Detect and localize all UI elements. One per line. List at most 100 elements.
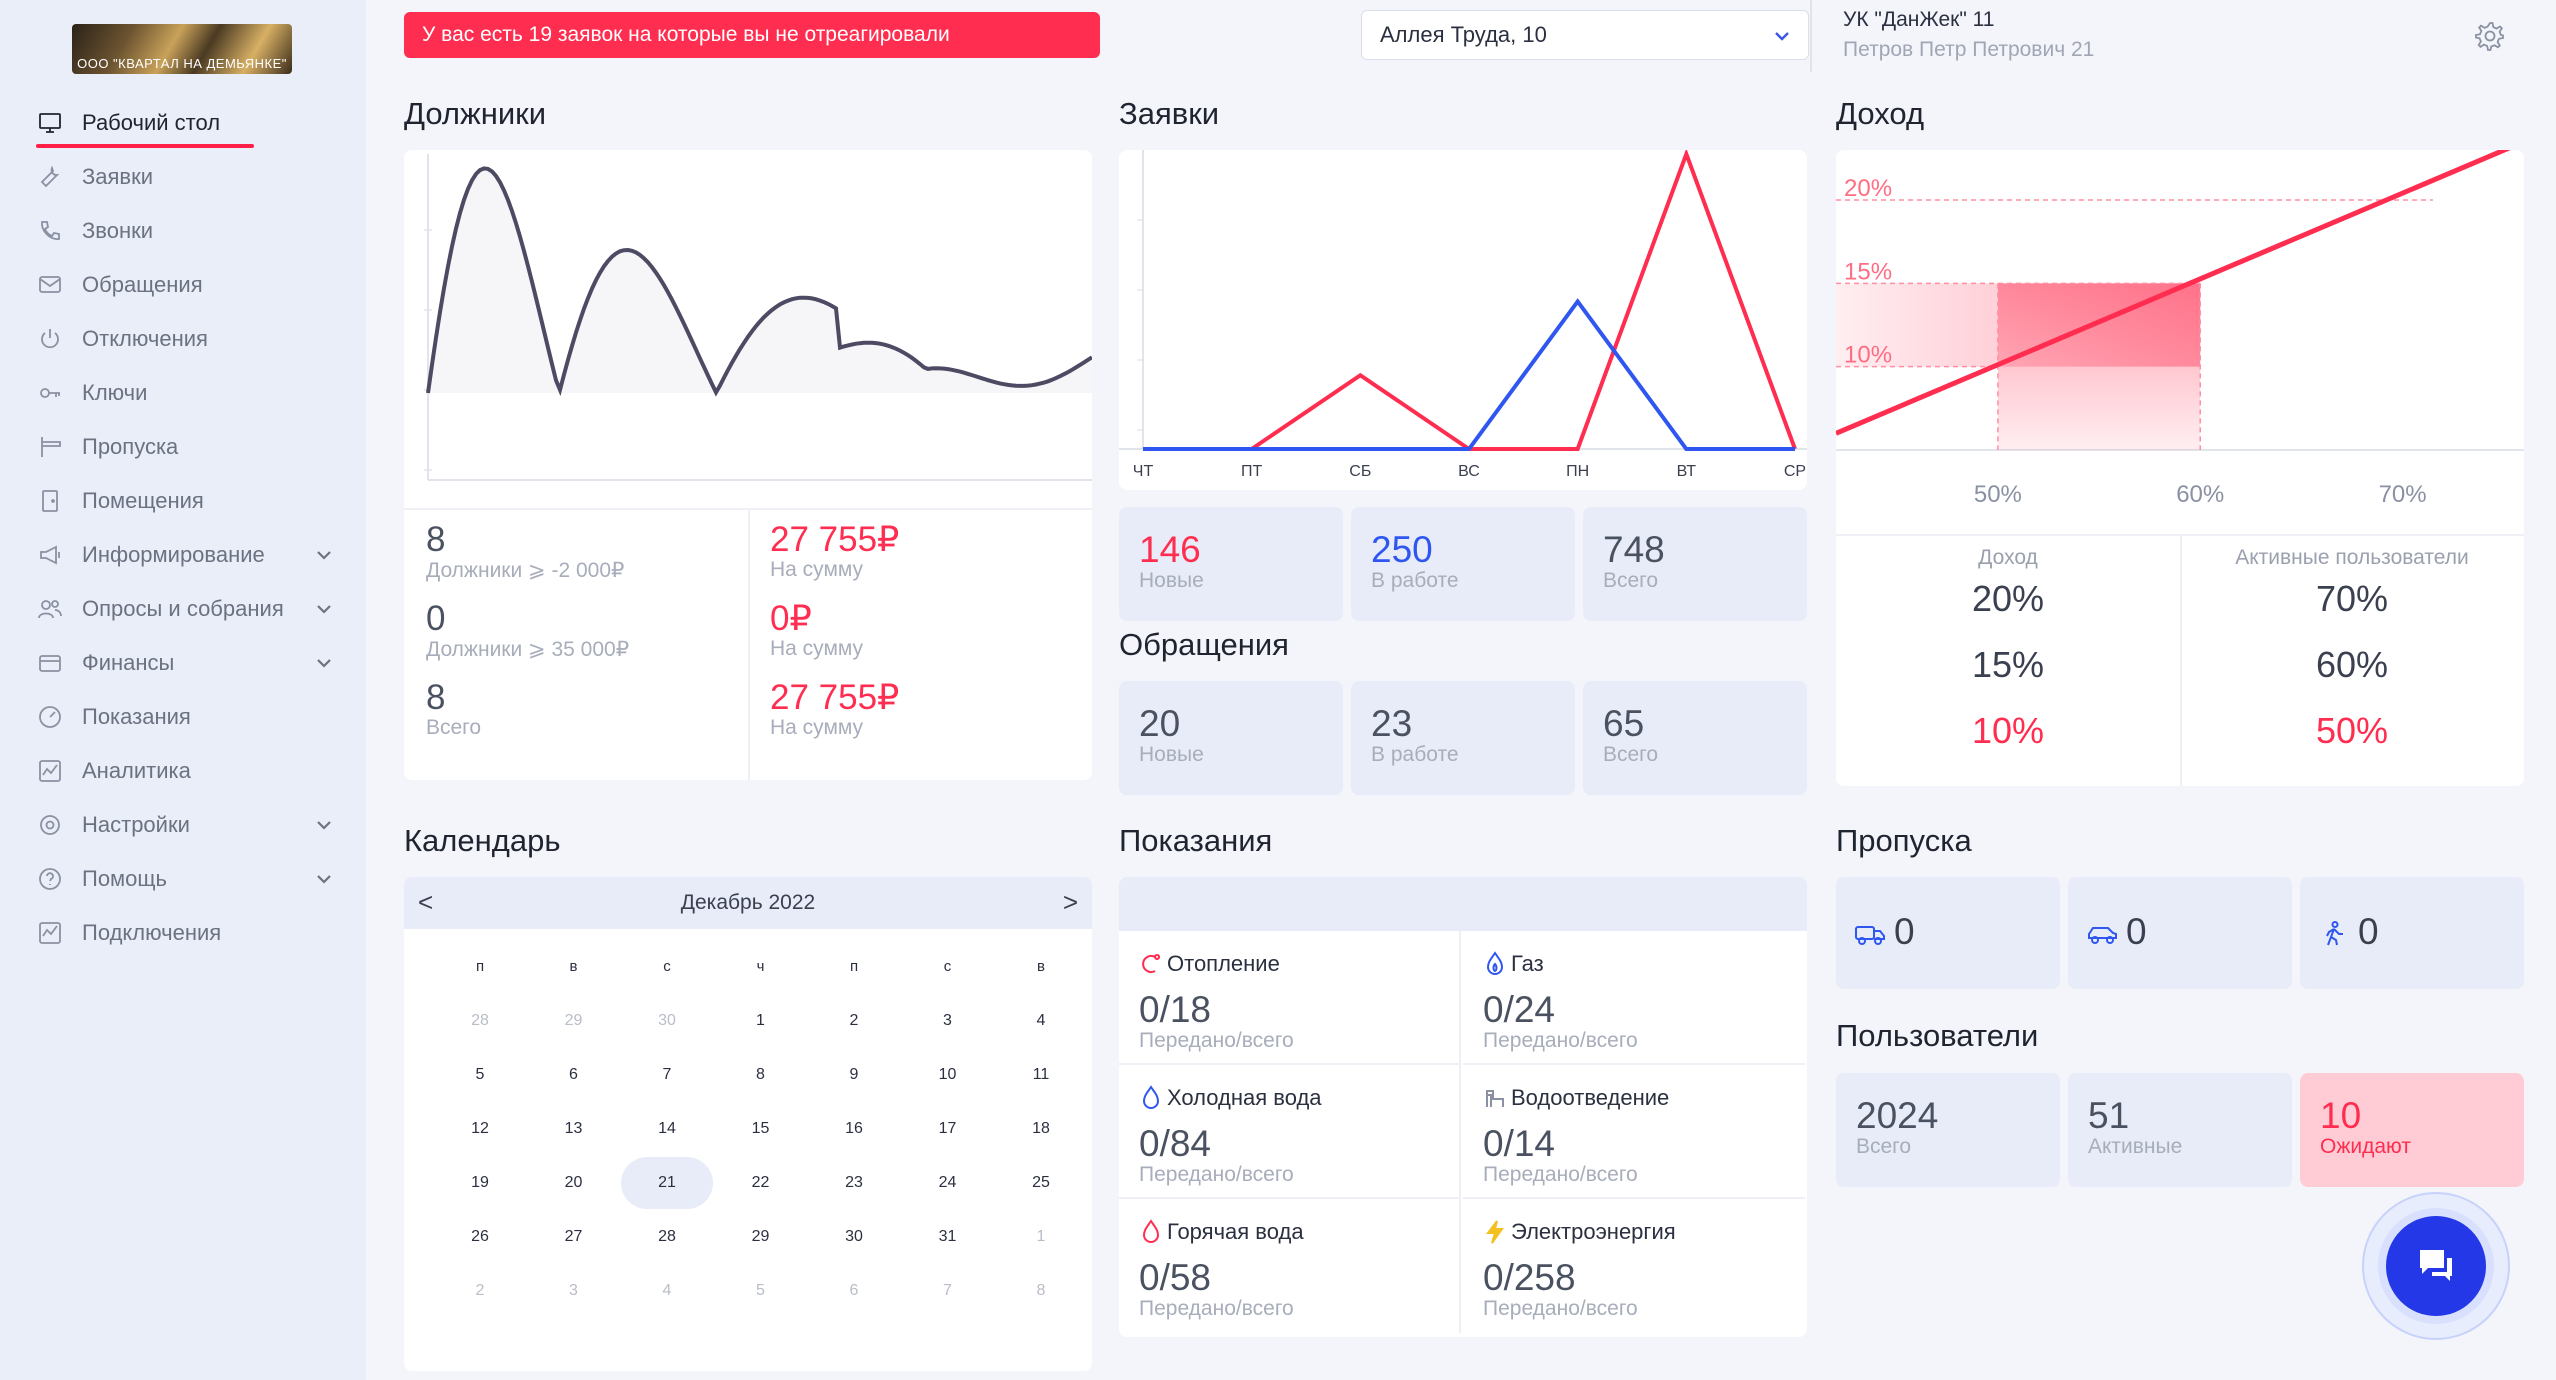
calendar-day[interactable]: 2 [434, 1265, 526, 1317]
calendar-day[interactable]: 10 [902, 1049, 994, 1101]
calendar-day[interactable]: 28 [621, 1211, 713, 1263]
passes-truck-tile[interactable]: 0 [1836, 877, 2060, 989]
sidebar-item-14[interactable]: Помощь [0, 852, 366, 906]
calendar-day[interactable]: 8 [995, 1265, 1087, 1317]
calendar-day[interactable]: 3 [902, 995, 994, 1047]
readings-card: Отопление 0/18 Передано/всего Газ 0/24 Переда… [1119, 877, 1807, 1337]
passes-truck-value: 0 [1894, 911, 1915, 952]
requests-in-progress-tile[interactable]: 250 В работе [1351, 507, 1575, 621]
calendar-day[interactable]: 6 [808, 1265, 900, 1317]
sidebar-item-12[interactable]: Аналитика [0, 744, 366, 798]
calendar-day[interactable]: 17 [902, 1103, 994, 1155]
calendar-day[interactable]: 30 [621, 995, 713, 1047]
calendar-day[interactable]: 5 [434, 1049, 526, 1101]
calendar-day[interactable]: 30 [808, 1211, 900, 1263]
address-select[interactable]: Аллея Труда, 10 [1361, 10, 1809, 60]
sidebar-item-6[interactable]: Пропуска [0, 420, 366, 474]
calendar-day[interactable]: 26 [434, 1211, 526, 1263]
phone-icon [36, 217, 64, 245]
users-active-tile[interactable]: 51 Активные [2068, 1073, 2292, 1187]
calendar-day[interactable]: 16 [808, 1103, 900, 1155]
calendar-day[interactable]: 18 [995, 1103, 1087, 1155]
calendar-weekday: в [1037, 958, 1045, 975]
requests-new-tile[interactable]: 146 Новые [1119, 507, 1343, 621]
calendar-day[interactable]: 1 [715, 995, 807, 1047]
requests-total-tile[interactable]: 748 Всего [1583, 507, 1807, 621]
sidebar-item-5[interactable]: Ключи [0, 366, 366, 420]
calendar-day[interactable]: 21 [621, 1157, 713, 1209]
reading-value: 0/258 [1483, 1257, 1576, 1298]
appeals-total-tile[interactable]: 65 Всего [1583, 681, 1807, 795]
sidebar-item-7[interactable]: Помещения [0, 474, 366, 528]
calendar-day[interactable]: 29 [528, 995, 620, 1047]
calendar-day[interactable]: 31 [902, 1211, 994, 1263]
users-waiting-tile[interactable]: 10 Ожидают [2300, 1073, 2524, 1187]
sidebar-item-10[interactable]: Финансы [0, 636, 366, 690]
calendar-day[interactable]: 19 [434, 1157, 526, 1209]
calendar-day[interactable]: 24 [902, 1157, 994, 1209]
calendar-day[interactable]: 28 [434, 995, 526, 1047]
chevron-down-icon[interactable] [314, 815, 334, 835]
calendar-day[interactable]: 3 [528, 1265, 620, 1317]
calendar-day[interactable]: 20 [528, 1157, 620, 1209]
sidebar-item-1[interactable]: Заявки [0, 150, 366, 204]
sidebar-item-8[interactable]: Информирование [0, 528, 366, 582]
reading-heating[interactable]: Отопление 0/18 Передано/всего [1119, 931, 1461, 1065]
support-chat-button[interactable] [2362, 1192, 2510, 1340]
chevron-down-icon[interactable] [314, 545, 334, 565]
appeals-in-progress-tile[interactable]: 23 В работе [1351, 681, 1575, 795]
sidebar-item-13[interactable]: Настройки [0, 798, 366, 852]
calendar-day[interactable]: 11 [995, 1049, 1087, 1101]
reading-hot-water[interactable]: Горячая вода 0/58 Передано/всего [1119, 1199, 1461, 1333]
calendar-day[interactable]: 7 [621, 1049, 713, 1101]
sidebar-item-15[interactable]: Подключения [0, 906, 366, 960]
calendar-day[interactable]: 29 [715, 1211, 807, 1263]
passes-pedestrian-tile[interactable]: 0 [2300, 877, 2524, 989]
calendar-day[interactable]: 13 [528, 1103, 620, 1155]
x-tick-label: ВТ [1677, 463, 1697, 480]
x-tick-label: СБ [1349, 463, 1371, 480]
calendar-day[interactable]: 22 [715, 1157, 807, 1209]
calendar-day[interactable]: 25 [995, 1157, 1087, 1209]
sidebar-item-11[interactable]: Показания [0, 690, 366, 744]
calendar-next-button[interactable]: > [1063, 887, 1078, 918]
calendar-day[interactable]: 23 [808, 1157, 900, 1209]
chevron-down-icon[interactable] [314, 869, 334, 889]
calendar-day[interactable]: 14 [621, 1103, 713, 1155]
sidebar-item-0[interactable]: Рабочий стол [0, 96, 366, 150]
calendar-day[interactable]: 4 [995, 995, 1087, 1047]
calendar-day[interactable]: 15 [715, 1103, 807, 1155]
calendar-day[interactable]: 9 [808, 1049, 900, 1101]
calendar-day[interactable]: 8 [715, 1049, 807, 1101]
reading-cold-water[interactable]: Холодная вода 0/84 Передано/всего [1119, 1065, 1461, 1199]
calendar-day[interactable]: 4 [621, 1265, 713, 1317]
debtors-sum-total: 27 755₽ На сумму [770, 678, 900, 739]
appeals-new-tile[interactable]: 20 Новые [1119, 681, 1343, 795]
area-fill [428, 168, 1092, 393]
readings-header [1119, 877, 1807, 931]
calendar-day[interactable]: 1 [995, 1211, 1087, 1263]
calendar-day[interactable]: 7 [902, 1265, 994, 1317]
company-logo[interactable]: ООО "КВАРТАЛ НА ДЕМЬЯНКЕ" [72, 24, 292, 74]
chevron-down-icon[interactable] [314, 653, 334, 673]
reading-drain[interactable]: Водоотведение 0/14 Передано/всего [1463, 1065, 1805, 1199]
unanswered-requests-alert[interactable]: У вас есть 19 заявок на которые вы не от… [404, 12, 1100, 58]
calendar-day[interactable]: 6 [528, 1049, 620, 1101]
app: ООО "КВАРТАЛ НА ДЕМЬЯНКЕ" Рабочий стол За… [0, 0, 2556, 1380]
sidebar-item-9[interactable]: Опросы и собрания [0, 582, 366, 636]
reading-value: 0/84 [1139, 1123, 1212, 1164]
calendar-weekday: п [475, 958, 485, 975]
reading-lightning[interactable]: Электроэнергия 0/258 Передано/всего [1463, 1199, 1805, 1333]
chevron-down-icon[interactable] [314, 599, 334, 619]
calendar-day[interactable]: 5 [715, 1265, 807, 1317]
users-total-tile[interactable]: 2024 Всего [1836, 1073, 2060, 1187]
gear-icon[interactable] [2474, 20, 2506, 52]
sidebar-item-2[interactable]: Звонки [0, 204, 366, 258]
reading-gas[interactable]: Газ 0/24 Передано/всего [1463, 931, 1805, 1065]
passes-car-tile[interactable]: 0 [2068, 877, 2292, 989]
calendar-day[interactable]: 12 [434, 1103, 526, 1155]
calendar-day[interactable]: 27 [528, 1211, 620, 1263]
sidebar-item-3[interactable]: Обращения [0, 258, 366, 312]
sidebar-item-4[interactable]: Отключения [0, 312, 366, 366]
calendar-day[interactable]: 2 [808, 995, 900, 1047]
